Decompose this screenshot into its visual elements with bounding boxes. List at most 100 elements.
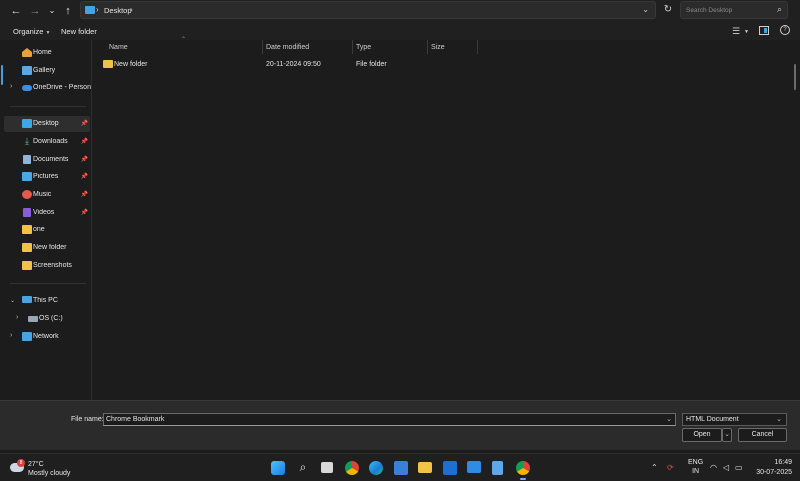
chrome-icon[interactable] <box>516 461 530 480</box>
pin-icon[interactable]: 📌 <box>81 173 88 180</box>
view-options-caret-icon[interactable]: ▼ <box>744 29 749 35</box>
pin-icon[interactable]: 📌 <box>81 120 88 127</box>
preview-pane-icon[interactable] <box>759 26 769 35</box>
save-dialog-footer: File name: Chrome Bookmark ⌄ HTML Docume… <box>0 400 800 450</box>
file-type-select[interactable]: HTML Document ⌄ <box>682 413 787 426</box>
breadcrumb-chevron-icon[interactable]: › <box>130 5 133 14</box>
cancel-button[interactable]: Cancel <box>738 428 787 442</box>
sidebar-item-pictures[interactable]: Pictures 📌 <box>4 169 90 185</box>
open-button[interactable]: Open <box>682 428 722 442</box>
column-separator[interactable] <box>352 40 353 54</box>
nav-divider <box>10 283 86 284</box>
sidebar-item-gallery[interactable]: Gallery <box>4 63 90 79</box>
collapse-chevron-icon[interactable]: ⌄ <box>10 297 15 304</box>
sort-ascending-icon: ⌃ <box>181 37 187 43</box>
column-separator[interactable] <box>427 40 428 54</box>
sidebar-item-desktop[interactable]: Desktop 📌 <box>4 116 90 132</box>
sidebar-item-this-pc[interactable]: ⌄ This PC <box>4 293 90 309</box>
sidebar-item-documents[interactable]: Documents 📌 <box>4 152 90 168</box>
sidebar-item-os-c[interactable]: › OS (C:) <box>10 311 96 327</box>
sidebar-item-label: Gallery <box>33 67 56 74</box>
search-icon[interactable]: ⌕ <box>296 460 310 474</box>
file-type-dropdown-icon[interactable]: ⌄ <box>776 415 782 423</box>
column-header-size[interactable]: Size <box>431 44 445 58</box>
weather-description: Mostly cloudy <box>28 470 71 477</box>
file-name: New folder <box>114 61 148 68</box>
language-code: ENG <box>688 459 704 466</box>
input-language[interactable]: ENG IN <box>688 458 703 476</box>
column-separator[interactable] <box>477 40 478 54</box>
tray-overflow-chevron-icon[interactable]: ⌃ <box>651 463 658 472</box>
sidebar-item-videos[interactable]: Videos 📌 <box>4 205 90 221</box>
breadcrumb-separator-icon[interactable]: › <box>96 5 99 14</box>
file-explorer-icon[interactable] <box>418 462 432 473</box>
taskbar: 8 27°C Mostly cloudy ⌕ ⌃ ⟳ ENG IN ◠ ◁ ▭ … <box>0 453 800 481</box>
scrollbar-thumb[interactable] <box>794 64 796 90</box>
sidebar-item-label: Screenshots <box>33 262 72 269</box>
sync-icon[interactable]: ⟳ <box>667 463 674 472</box>
column-separator[interactable] <box>262 40 263 54</box>
app-icon[interactable] <box>443 461 457 475</box>
sidebar-item-onedrive[interactable]: › OneDrive - Persona <box>4 80 91 96</box>
new-folder-button[interactable]: New folder <box>61 27 97 36</box>
table-row[interactable]: New folder 20-11-2024 09:50 File folder <box>100 57 480 72</box>
view-options-icon[interactable]: ☰ <box>732 26 740 37</box>
folder-icon <box>22 261 32 270</box>
app-icon[interactable] <box>467 461 481 473</box>
weather-badge: 8 <box>17 459 25 467</box>
clock-time: 16:49 <box>774 459 792 466</box>
organize-button[interactable]: Organize ▼ <box>13 27 50 36</box>
forward-arrow-icon[interactable]: → <box>27 3 43 19</box>
folder-icon <box>103 60 113 68</box>
chrome-icon[interactable] <box>345 461 359 475</box>
column-header-type[interactable]: Type <box>356 44 371 58</box>
pin-icon[interactable]: 📌 <box>81 156 88 163</box>
file-type-value: HTML Document <box>686 416 739 423</box>
task-view-icon[interactable] <box>321 462 333 473</box>
address-field[interactable]: › Desktop › ⌄ <box>80 1 656 19</box>
sidebar-item-music[interactable]: Music 📌 <box>4 187 90 203</box>
file-name-dropdown-icon[interactable]: ⌄ <box>666 415 672 423</box>
help-icon[interactable]: ? <box>780 25 790 35</box>
column-header-date-modified[interactable]: Date modified <box>266 44 309 58</box>
sidebar-item-label: Home <box>33 49 52 56</box>
sidebar-item-home[interactable]: Home <box>4 45 90 61</box>
sidebar-item-screenshots[interactable]: Screenshots <box>4 258 90 274</box>
file-name-input[interactable]: Chrome Bookmark ⌄ <box>103 413 676 426</box>
column-header-name[interactable]: Name <box>109 44 128 58</box>
volume-icon[interactable]: ◁ <box>723 463 729 472</box>
pin-icon[interactable]: 📌 <box>81 209 88 216</box>
search-placeholder: Search Desktop <box>686 7 733 14</box>
pin-icon[interactable]: 📌 <box>81 138 88 145</box>
pin-icon[interactable]: 📌 <box>81 191 88 198</box>
pane-splitter[interactable] <box>91 40 92 400</box>
address-dropdown-icon[interactable]: ⌄ <box>642 5 649 14</box>
search-input[interactable]: Search Desktop ⌕ <box>680 1 788 19</box>
breadcrumb-desktop[interactable]: Desktop <box>104 6 132 15</box>
battery-icon[interactable]: ▭ <box>735 463 743 472</box>
sidebar-item-new-folder[interactable]: New folder <box>4 240 90 256</box>
up-arrow-icon[interactable]: ↑ <box>60 3 76 19</box>
pictures-icon <box>22 172 32 181</box>
back-arrow-icon[interactable]: ← <box>8 3 24 19</box>
address-bar-row: ← → ⌄ ↑ › Desktop › ⌄ ↻ Search Desktop ⌕ <box>0 0 800 22</box>
sidebar-item-network[interactable]: › Network <box>4 329 90 345</box>
windows-start-icon[interactable] <box>271 461 285 475</box>
wifi-icon[interactable]: ◠ <box>710 463 717 472</box>
organize-caret-icon: ▼ <box>45 30 51 36</box>
sidebar-item-label: OS (C:) <box>39 315 63 322</box>
edge-icon[interactable] <box>369 461 383 475</box>
store-icon[interactable] <box>394 461 408 475</box>
expand-chevron-icon[interactable]: › <box>10 332 12 339</box>
recent-locations-chevron-icon[interactable]: ⌄ <box>44 3 60 19</box>
sidebar-item-downloads[interactable]: ⤓ Downloads 📌 <box>4 134 90 150</box>
open-options-chevron-icon[interactable]: ⌄ <box>722 428 732 442</box>
sidebar-item-one[interactable]: one <box>4 222 90 238</box>
file-type: File folder <box>356 61 387 68</box>
notepad-icon[interactable] <box>492 461 503 475</box>
expand-chevron-icon[interactable]: › <box>16 314 18 321</box>
clock[interactable]: 16:49 30-07-2025 <box>752 458 792 478</box>
weather-widget[interactable]: 8 27°C Mostly cloudy <box>8 458 88 478</box>
expand-chevron-icon[interactable]: › <box>10 83 12 90</box>
refresh-icon[interactable]: ↻ <box>661 3 675 17</box>
